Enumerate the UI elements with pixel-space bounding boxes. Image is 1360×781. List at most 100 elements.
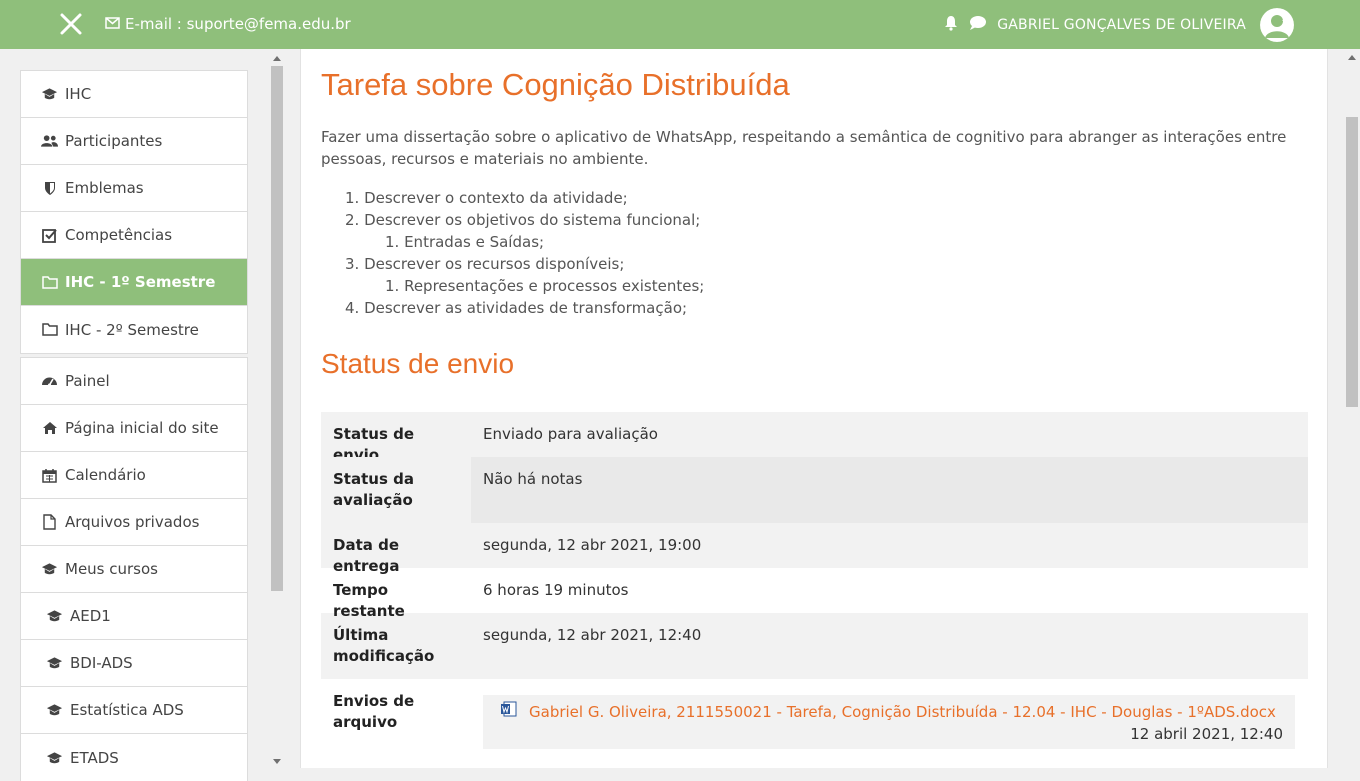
sidebar-item-estatistica-ads[interactable]: Estatística ADS (21, 687, 247, 734)
home-icon (41, 420, 58, 436)
submitted-file-link[interactable]: Gabriel G. Oliveira, 2111550021 - Tarefa… (529, 702, 1276, 723)
table-row: Data de entrega segunda, 12 abr 2021, 19… (321, 523, 1308, 575)
graduation-cap-icon (46, 655, 63, 671)
folder-icon (41, 274, 58, 290)
page-scrollbar-thumb[interactable] (1346, 117, 1358, 407)
list-item: 1. Entradas e Saídas; (385, 233, 545, 251)
sidebar-item-label: Meus cursos (65, 560, 158, 578)
table-row: Envios de arquivo Gabriel G. Oliveira, 2… (321, 679, 1308, 769)
label-line: arquivo (333, 713, 398, 731)
checkbox-icon (41, 227, 58, 243)
sidebar-scrollbar[interactable] (270, 54, 284, 768)
list-item: 4. Descrever as atividades de transforma… (345, 299, 688, 317)
sidebar-item-ihc-1-semestre[interactable]: IHC - 1º Semestre (21, 259, 247, 306)
label-line: modificação (333, 647, 435, 665)
sidebar-item-bdi-ads[interactable]: BDI-ADS (21, 640, 247, 687)
status-section-title: Status de envio (321, 348, 515, 379)
sidebar-item-label: IHC (65, 85, 92, 103)
graduation-cap-icon (46, 608, 63, 624)
table-row: Última modificação segunda, 12 abr 2021,… (321, 613, 1308, 679)
graduation-cap-icon (46, 750, 63, 766)
sidebar-item-label: Estatística ADS (70, 701, 184, 719)
tempo-restante-value: 6 horas 19 minutos (483, 581, 629, 599)
label-line: avaliação (333, 491, 413, 509)
ultima-modificacao-value: segunda, 12 abr 2021, 12:40 (483, 626, 702, 644)
support-email[interactable]: E-mail : suporte@fema.edu.br (105, 15, 351, 33)
data-entrega-label: Data de entrega (333, 536, 400, 575)
sidebar-item-label: AED1 (70, 607, 111, 625)
task-description: Fazer uma dissertação sobre o aplicativo… (321, 128, 1287, 168)
sidebar-item-label: Arquivos privados (65, 513, 200, 531)
envelope-icon (105, 15, 120, 33)
dashboard-icon (41, 373, 58, 389)
list-item: 3. Descrever os recursos disponíveis; (345, 255, 625, 273)
scroll-up-icon[interactable] (1348, 55, 1356, 60)
data-entrega-value: segunda, 12 abr 2021, 19:00 (483, 536, 702, 554)
site-nav-group: Painel Página inicial do site Calendário… (20, 357, 248, 781)
tempo-restante-label: Tempo restante (333, 581, 405, 620)
sidebar-item-aed1[interactable]: AED1 (21, 593, 247, 640)
user-name[interactable]: GABRIEL GONÇALVES DE OLIVEIRA (997, 17, 1246, 33)
sidebar-item-pagina-inicial[interactable]: Página inicial do site (21, 405, 247, 452)
sidebar-item-participantes[interactable]: Participantes (21, 118, 247, 165)
label-line: Envios de (333, 692, 415, 710)
status-envio-label: Status de envio (333, 425, 415, 464)
sidebar-item-label: Competências (65, 226, 173, 244)
sidebar-item-painel[interactable]: Painel (21, 358, 247, 405)
scroll-up-icon[interactable] (273, 56, 281, 61)
sidebar-item-emblemas[interactable]: Emblemas (21, 165, 247, 212)
bell-icon[interactable] (943, 15, 959, 35)
sidebar-item-arquivos-privados[interactable]: Arquivos privados (21, 499, 247, 546)
table-row: Status da avaliação Não há notas (321, 457, 1308, 523)
file-entry: Gabriel G. Oliveira, 2111550021 - Tarefa… (483, 695, 1295, 749)
close-icon[interactable] (57, 10, 85, 38)
list-item: 1. Representações e processos existentes… (385, 277, 705, 295)
sidebar-item-label: Calendário (65, 466, 146, 484)
sidebar-item-calendario[interactable]: Calendário (21, 452, 247, 499)
page-title: Tarefa sobre Cognição Distribuída (321, 67, 790, 102)
sidebar-item-label: Emblemas (65, 179, 144, 197)
graduation-cap-icon (41, 561, 58, 577)
main-content: Tarefa sobre Cognição Distribuída Fazer … (300, 49, 1328, 768)
sidebar-item-etads[interactable]: ETADS (21, 734, 247, 781)
page-scrollbar[interactable] (1344, 49, 1360, 768)
chevron-down-icon[interactable] (1282, 20, 1292, 25)
status-avaliacao-label: Status da avaliação (321, 457, 471, 523)
sidebar-item-label: Página inicial do site (65, 419, 219, 437)
graduation-cap-icon (46, 702, 63, 718)
sidebar-item-label: Painel (65, 372, 110, 390)
sidebar-item-competencias[interactable]: Competências (21, 212, 247, 259)
ultima-modificacao-label: Última modificação (321, 613, 471, 679)
table-row: Tempo restante 6 horas 19 minutos (321, 568, 1308, 620)
status-envio-value: Enviado para avaliação (483, 425, 658, 443)
sidebar-item-ihc[interactable]: IHC (21, 71, 247, 118)
label-line: Status da (333, 470, 414, 488)
file-date: 12 abril 2021, 12:40 (1130, 725, 1283, 743)
support-email-label: E-mail : suporte@fema.edu.br (125, 15, 351, 33)
graduation-cap-icon (41, 86, 58, 102)
status-avaliacao-value: Não há notas (471, 457, 1308, 523)
envios-arquivo-value: Gabriel G. Oliveira, 2111550021 - Tarefa… (471, 679, 1308, 769)
users-icon (41, 133, 58, 149)
sidebar-item-meus-cursos[interactable]: Meus cursos (21, 546, 247, 593)
chat-icon[interactable] (969, 15, 987, 35)
sidebar-item-label: IHC - 1º Semestre (65, 273, 216, 291)
sidebar: IHC Participantes Emblemas Competências … (0, 49, 288, 781)
status-table: Status de envio Enviado para avaliação S… (321, 412, 1308, 769)
label-line: Última (333, 626, 389, 644)
table-row: Status de envio Enviado para avaliação (321, 412, 1308, 464)
file-icon (41, 514, 58, 530)
sidebar-item-label: Participantes (65, 132, 163, 150)
sidebar-scrollbar-thumb[interactable] (271, 66, 283, 591)
sidebar-item-ihc-2-semestre[interactable]: IHC - 2º Semestre (21, 306, 247, 353)
sidebar-item-label: IHC - 2º Semestre (65, 320, 199, 339)
sidebar-item-label: ETADS (70, 748, 119, 767)
envios-arquivo-label: Envios de arquivo (321, 679, 471, 769)
task-list: 1. Descrever o contexto da atividade; 2.… (345, 187, 704, 319)
course-nav-group: IHC Participantes Emblemas Competências … (20, 70, 248, 354)
word-document-icon (501, 701, 517, 723)
calendar-icon (41, 467, 58, 483)
list-item: 1. Descrever o contexto da atividade; (345, 189, 628, 207)
top-navbar: E-mail : suporte@fema.edu.br GABRIEL GON… (0, 0, 1360, 49)
scroll-down-icon[interactable] (273, 759, 281, 764)
